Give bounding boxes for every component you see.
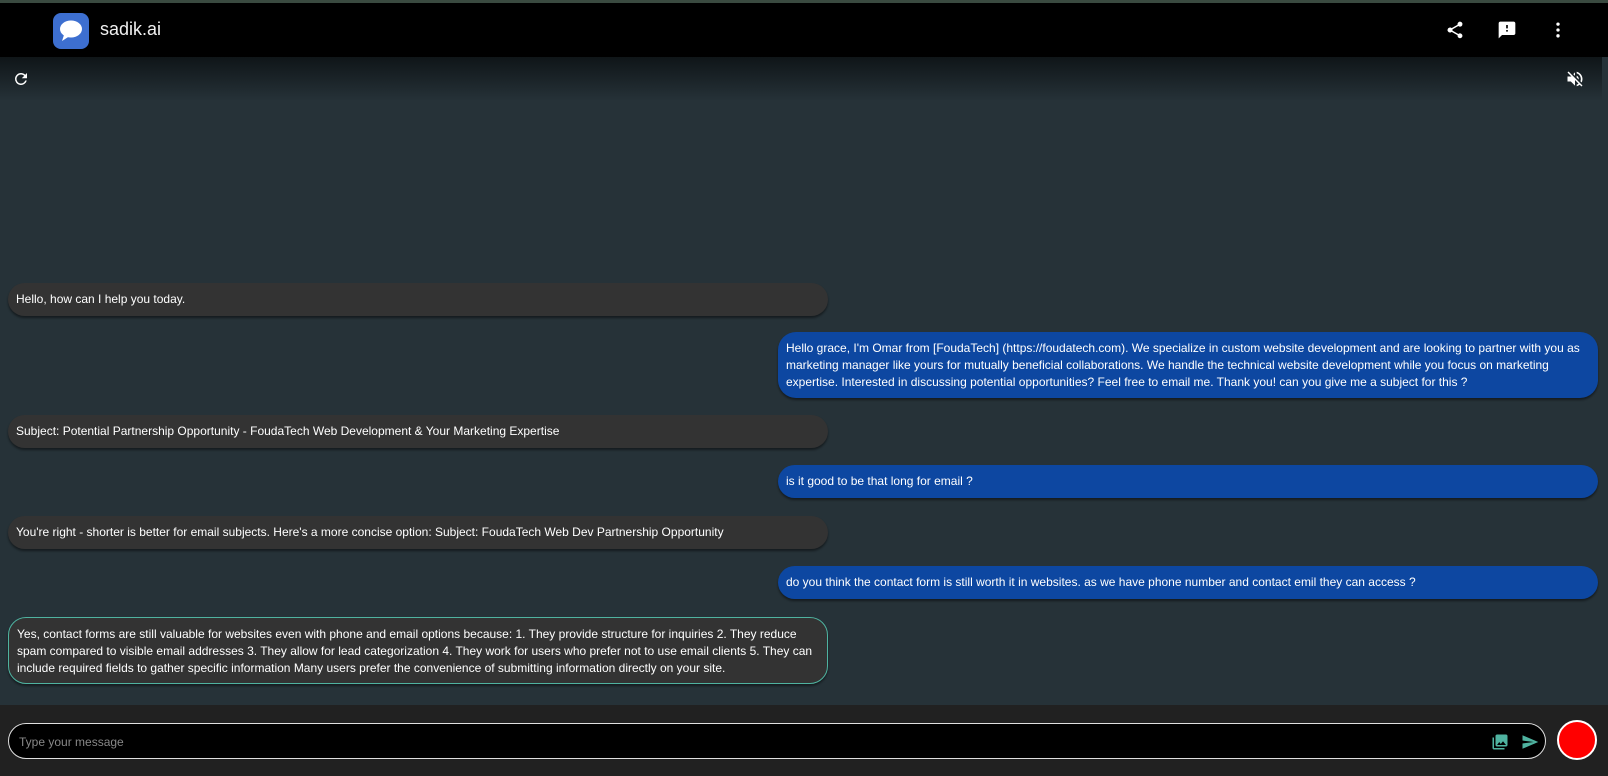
send-icon[interactable] bbox=[1519, 731, 1541, 753]
volume-off-icon[interactable] bbox=[1563, 67, 1587, 91]
message-input[interactable] bbox=[17, 731, 1461, 753]
record-button[interactable] bbox=[1557, 720, 1597, 760]
more-vert-icon[interactable] bbox=[1545, 17, 1571, 43]
chat-app: sadik.ai Hello, how can I help you today… bbox=[0, 0, 1608, 776]
bot-message: Hello, how can I help you today. bbox=[8, 283, 828, 316]
message-text: do you think the contact form is still w… bbox=[786, 575, 1416, 589]
message-list: Hello, how can I help you today. Hello g… bbox=[0, 101, 1608, 705]
refresh-icon[interactable] bbox=[9, 67, 33, 91]
message-text: Hello grace, I'm Omar from [FoudaTech] (… bbox=[786, 341, 1580, 389]
app-bar: sadik.ai bbox=[0, 3, 1608, 57]
share-icon[interactable] bbox=[1442, 17, 1468, 43]
message-text: You're right - shorter is better for ema… bbox=[16, 525, 724, 539]
scrollbar[interactable] bbox=[1602, 57, 1608, 705]
chat-bubble-icon bbox=[53, 13, 89, 49]
bot-message: Yes, contact forms are still valuable fo… bbox=[8, 617, 828, 684]
bot-message: You're right - shorter is better for ema… bbox=[8, 516, 828, 549]
feedback-icon[interactable] bbox=[1494, 17, 1520, 43]
message-text: is it good to be that long for email ? bbox=[786, 474, 973, 488]
composer-bar bbox=[0, 705, 1608, 776]
message-text: Hello, how can I help you today. bbox=[16, 292, 186, 306]
message-input-wrapper bbox=[8, 723, 1546, 759]
message-text: Subject: Potential Partnership Opportuni… bbox=[16, 424, 560, 438]
chat-controls-bar bbox=[0, 57, 1608, 101]
user-message: is it good to be that long for email ? bbox=[778, 465, 1598, 498]
app-title: sadik.ai bbox=[100, 19, 162, 39]
user-message: Hello grace, I'm Omar from [FoudaTech] (… bbox=[778, 332, 1598, 398]
bot-message: Subject: Potential Partnership Opportuni… bbox=[8, 415, 828, 448]
image-icon[interactable] bbox=[1489, 731, 1511, 753]
message-text: Yes, contact forms are still valuable fo… bbox=[17, 627, 813, 675]
user-message: do you think the contact form is still w… bbox=[778, 566, 1598, 599]
